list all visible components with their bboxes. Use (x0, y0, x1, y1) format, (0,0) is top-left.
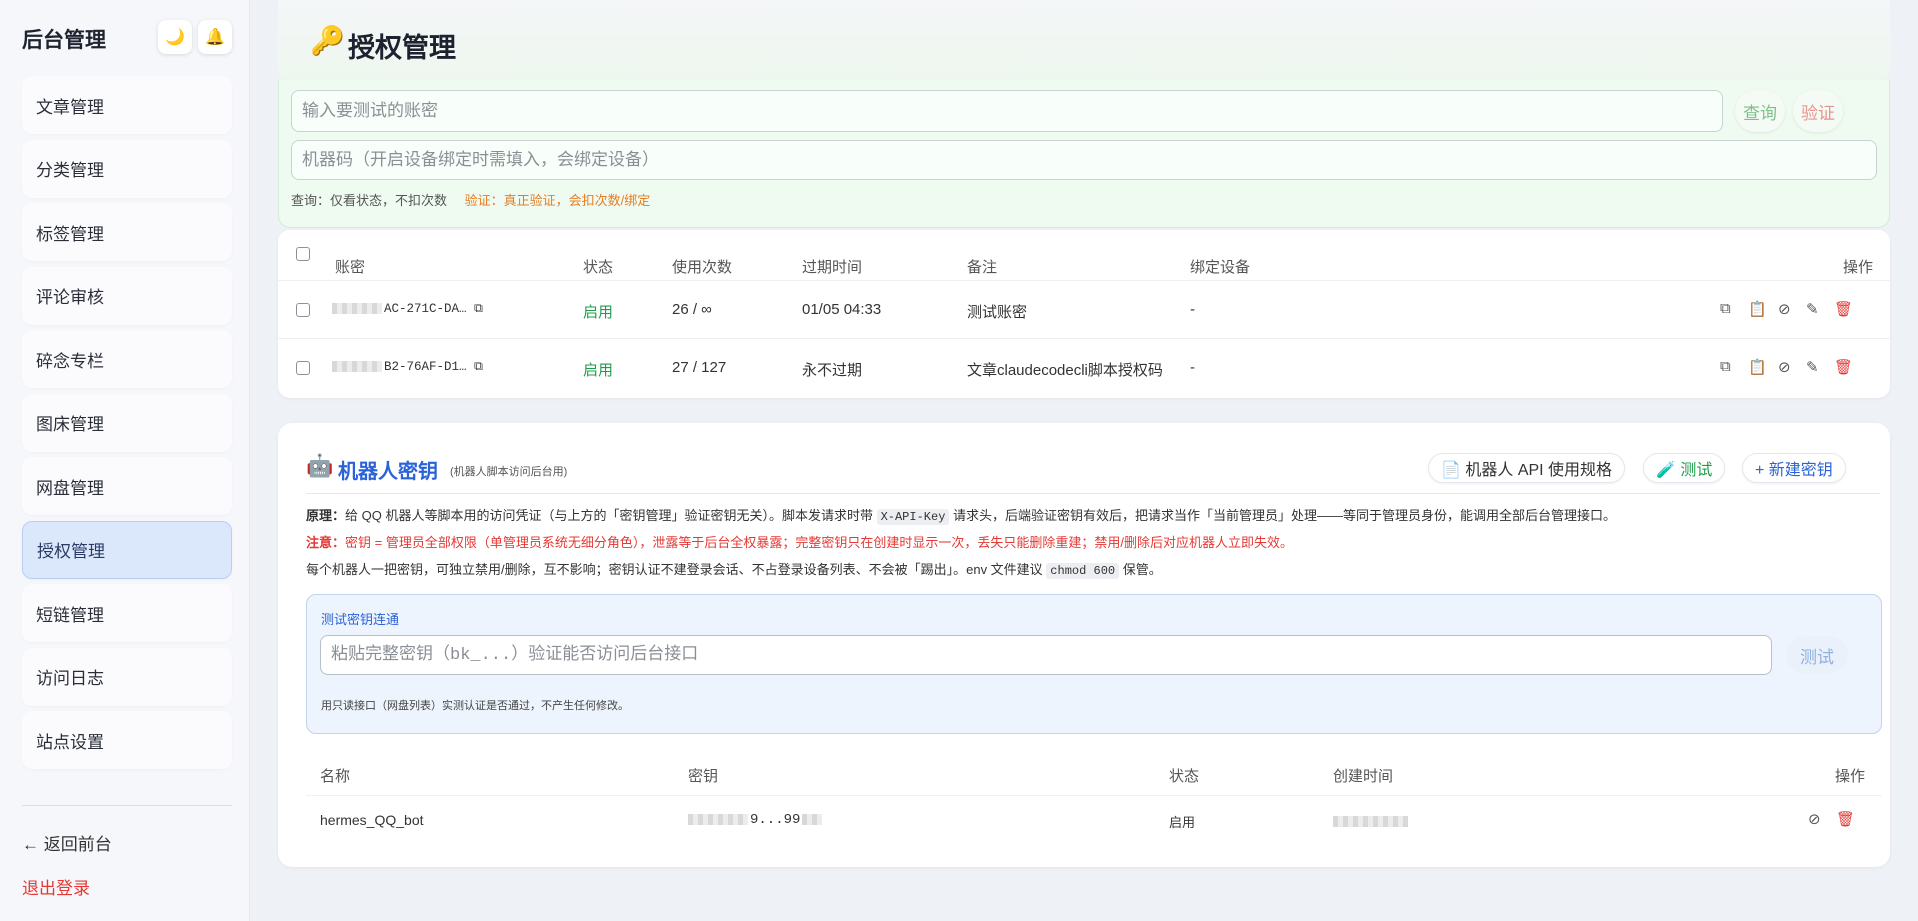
bot-title: 机器人密钥 (338, 461, 438, 483)
bot-keys-table: 名称 密钥 状态 创建时间 操作 hermes_QQ_bot 9...99 启用… (306, 751, 1882, 843)
principle-text: 原理：给 QQ 机器人等脚本用的访问凭证（与上方的「密钥管理」验证密钥无关）。脚… (306, 508, 1617, 525)
copy-icon[interactable]: ⧉ (1720, 300, 1731, 317)
table-row: AC-271C-DA… ⧉ 启用 26 / ∞ 01/05 04:33 测试账密… (278, 280, 1890, 338)
account-input[interactable] (291, 90, 1723, 132)
disable-icon[interactable]: ⊘ (1808, 810, 1821, 828)
hint-verify: 验证：真正验证，会扣次数/绑定 (464, 193, 651, 208)
status-badge: 启用 (583, 362, 614, 379)
sidebar-item-categories[interactable]: 分类管理 (22, 139, 232, 198)
sidebar-item-comments[interactable]: 评论审核 (22, 266, 232, 325)
sidebar-header: 后台管理 🌙 🔔 (22, 20, 232, 56)
edit-icon[interactable]: ✎ (1806, 300, 1819, 318)
copy-key-icon[interactable]: ⧉ (474, 360, 483, 374)
col-device: 绑定设备 (1190, 259, 1251, 276)
sidebar-item-images[interactable]: 图床管理 (22, 393, 232, 452)
page-title: 授权管理 (348, 33, 456, 63)
col-key: 密钥 (688, 768, 719, 785)
test-box-note: 用只读接口（网盘列表）实测认证是否通过，不产生任何修改。 (321, 700, 629, 712)
new-key-button[interactable]: + 新建密钥 (1742, 453, 1846, 483)
hint-query: 查询：仅看状态，不扣次数 (291, 193, 448, 208)
verify-panel: 查询 验证 查询：仅看状态，不扣次数 验证：真正验证，会扣次数/绑定 (278, 80, 1890, 228)
bot-divider (306, 493, 1880, 494)
bound-device: - (1190, 301, 1195, 318)
note: 文章claudecodecli脚本授权码 (967, 362, 1163, 379)
copy-key-icon[interactable]: ⧉ (474, 302, 483, 316)
col-status: 状态 (1169, 768, 1200, 785)
verify-button[interactable]: 验证 (1793, 90, 1843, 132)
created-time (1333, 812, 1410, 828)
logout-link[interactable]: 退出登录 (22, 874, 90, 899)
bot-subtitle: (机器人脚本访问后台用) (450, 466, 568, 478)
clipboard-icon[interactable]: 📋 (1748, 300, 1767, 318)
status-badge: 启用 (583, 304, 614, 321)
col-actions: 操作 (1835, 768, 1866, 785)
row-checkbox[interactable] (296, 361, 310, 375)
col-actions: 操作 (1843, 259, 1874, 276)
page-header: 🔑 授权管理 (278, 0, 1890, 80)
main-content: 🔑 授权管理 查询 验证 查询：仅看状态，不扣次数 验证：真正验证，会扣次数/绑… (250, 0, 1918, 921)
col-status: 状态 (583, 259, 614, 276)
status-badge: 启用 (1169, 815, 1196, 830)
delete-icon[interactable]: 🗑 (1834, 358, 1853, 376)
test-box-label: 测试密钥连通 (321, 612, 400, 627)
delete-icon[interactable]: 🗑 (1836, 810, 1855, 828)
key-test-input[interactable] (320, 635, 1772, 675)
bot-name: hermes_QQ_bot (320, 812, 424, 828)
license-table: 账密 状态 使用次数 过期时间 备注 绑定设备 操作 AC-271C-DA… ⧉… (278, 230, 1890, 398)
row-checkbox[interactable] (296, 303, 310, 317)
bot-test-button[interactable]: 🧪 测试 (1643, 453, 1726, 483)
api-spec-button[interactable]: 📄 机器人 API 使用规格 (1428, 453, 1626, 483)
sidebar-item-notes[interactable]: 碎念专栏 (22, 330, 232, 388)
select-all-checkbox[interactable] (296, 247, 310, 261)
key-test-box: 测试密钥连通 测试 用只读接口（网盘列表）实测认证是否通过，不产生任何修改。 (306, 594, 1882, 734)
license-key: B2-76AF-D1… ⧉ (332, 360, 483, 374)
machine-code-input[interactable] (291, 140, 1877, 180)
sidebar-item-drive[interactable]: 网盘管理 (22, 457, 232, 515)
sidebar-item-shortlinks[interactable]: 短链管理 (22, 584, 232, 642)
sidebar-item-settings[interactable]: 站点设置 (22, 711, 232, 769)
robot-icon: 🤖 (306, 453, 334, 478)
bell-icon[interactable]: 🔔 (198, 20, 232, 54)
moon-icon[interactable]: 🌙 (158, 20, 192, 54)
col-created: 创建时间 (1333, 768, 1394, 785)
edit-icon[interactable]: ✎ (1806, 358, 1819, 376)
col-name: 名称 (320, 768, 351, 785)
key-test-button[interactable]: 测试 (1786, 636, 1848, 674)
key-icon: 🔑 (310, 25, 345, 56)
copy-icon[interactable]: ⧉ (1720, 358, 1731, 375)
verify-hint: 查询：仅看状态，不扣次数 验证：真正验证，会扣次数/绑定 (291, 190, 650, 209)
col-note: 备注 (967, 259, 998, 276)
license-key: AC-271C-DA… ⧉ (332, 302, 483, 316)
clipboard-icon[interactable]: 📋 (1748, 358, 1767, 376)
col-uses: 使用次数 (672, 259, 733, 276)
sidebar-item-tags[interactable]: 标签管理 (22, 203, 232, 261)
note: 测试账密 (967, 304, 1028, 321)
sidebar: 后台管理 🌙 🔔 文章管理 分类管理 标签管理 评论审核 碎念专栏 图床管理 网… (0, 0, 250, 921)
warning-text: 注意：密钥 = 管理员全部权限（单管理员系统无细分角色），泄露等于后台全权暴露；… (306, 535, 1293, 550)
back-to-site-link[interactable]: ← 返回前台 (22, 830, 112, 855)
table-row: hermes_QQ_bot 9...99 启用 ⊘ 🗑 (306, 795, 1882, 843)
usage-text: 每个机器人一把密钥，可独立禁用/删除，互不影响；密钥认证不建登录会话、不占登录设… (306, 562, 1162, 579)
col-key: 账密 (335, 259, 366, 276)
delete-icon[interactable]: 🗑 (1834, 300, 1853, 318)
bound-device: - (1190, 359, 1195, 376)
sidebar-title: 后台管理 (22, 29, 106, 52)
disable-icon[interactable]: ⊘ (1778, 300, 1791, 318)
bot-keys-panel: 🤖 机器人密钥 (机器人脚本访问后台用) 📄 机器人 API 使用规格 🧪 测试… (278, 423, 1890, 867)
query-button[interactable]: 查询 (1735, 90, 1785, 132)
col-expire: 过期时间 (802, 259, 863, 276)
sidebar-item-license[interactable]: 授权管理 (22, 520, 232, 579)
sidebar-item-logs[interactable]: 访问日志 (22, 647, 232, 706)
sidebar-divider (22, 805, 232, 806)
usage-count: 26 / ∞ (672, 301, 712, 318)
usage-count: 27 / 127 (672, 359, 727, 376)
disable-icon[interactable]: ⊘ (1778, 358, 1791, 376)
expire-time: 01/05 04:33 (802, 301, 882, 318)
table-row: B2-76AF-D1… ⧉ 启用 27 / 127 永不过期 文章claudec… (278, 338, 1890, 396)
expire-time: 永不过期 (802, 362, 863, 379)
bot-key: 9...99 (688, 812, 824, 828)
sidebar-nav: 文章管理 分类管理 标签管理 评论审核 碎念专栏 图床管理 网盘管理 授权管理 … (22, 76, 232, 775)
sidebar-item-articles[interactable]: 文章管理 (22, 76, 232, 134)
